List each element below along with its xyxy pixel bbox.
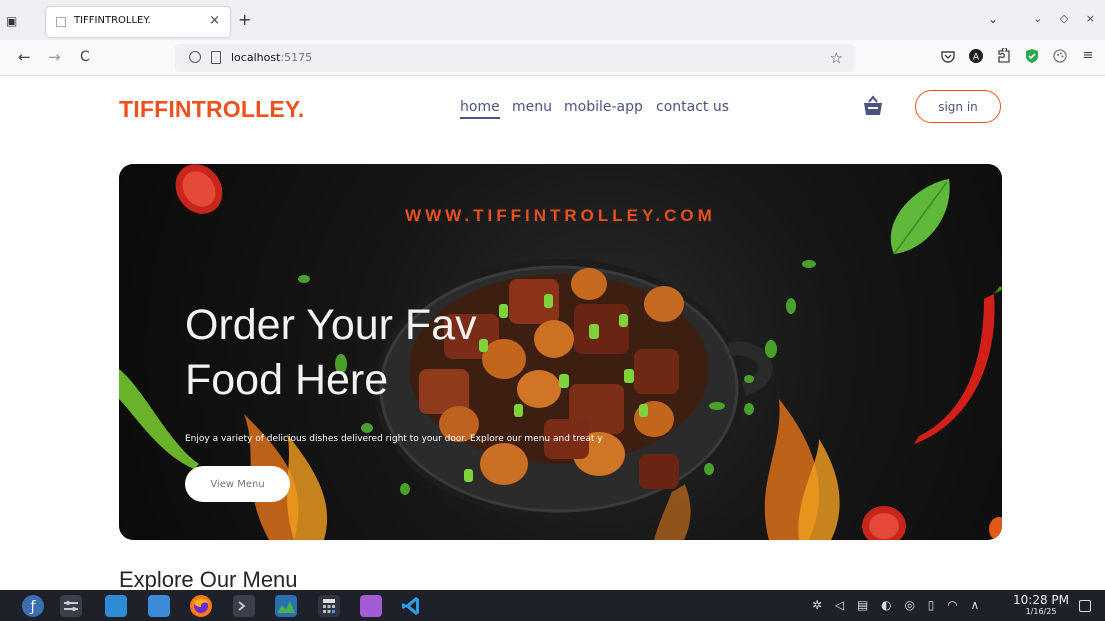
svg-text:ƒ: ƒ bbox=[30, 599, 37, 615]
svg-text:A: A bbox=[973, 53, 980, 63]
favicon-icon bbox=[56, 17, 66, 27]
tray-shield-icon[interactable]: ◎ bbox=[904, 598, 914, 612]
tab-close-icon[interactable]: × bbox=[209, 13, 220, 28]
window-controls: ⌄ ◇ × bbox=[1019, 12, 1095, 25]
forward-icon[interactable]: → bbox=[48, 49, 61, 65]
bookmark-star-icon[interactable]: ☆ bbox=[830, 49, 843, 67]
tab-list-icon[interactable]: ▣ bbox=[6, 14, 20, 28]
vscode-icon[interactable] bbox=[400, 595, 422, 617]
hero-title-line-2: Food Here bbox=[185, 356, 389, 404]
tray-device-icon[interactable]: ▯ bbox=[928, 598, 935, 612]
file-manager-icon[interactable] bbox=[148, 595, 170, 617]
calculator-icon[interactable] bbox=[318, 595, 340, 617]
software-store-icon[interactable] bbox=[105, 595, 127, 617]
reload-icon[interactable]: C bbox=[80, 49, 90, 65]
menu-item-menu[interactable]: menu bbox=[512, 99, 552, 115]
url-bar[interactable]: localhost:5175 ☆ bbox=[175, 44, 855, 72]
hero-description: Enjoy a variety of delicious dishes deli… bbox=[185, 434, 603, 444]
shield-extension-icon[interactable] bbox=[1024, 48, 1040, 64]
show-desktop-icon[interactable] bbox=[1079, 600, 1091, 612]
tab-overflow-icon[interactable]: ⌄ bbox=[988, 12, 998, 26]
system-monitor-icon[interactable] bbox=[275, 595, 297, 617]
system-tray: ✲ ◁ ▤ ◐ ◎ ▯ ◠ ∧ bbox=[812, 598, 988, 612]
browser-tab-bar: ▣ TIFFINTROLLEY. × + ⌄ ⌄ ◇ × bbox=[0, 0, 1105, 40]
maximize-icon[interactable]: ◇ bbox=[1060, 12, 1068, 25]
tracking-shield-icon[interactable] bbox=[189, 51, 201, 63]
settings-icon[interactable] bbox=[60, 595, 82, 617]
taskbar-clock[interactable]: 10:28 PM 1/16/25 bbox=[1010, 594, 1072, 617]
site-logo[interactable]: TIFFINTROLLEY. bbox=[119, 96, 305, 123]
sign-in-button[interactable]: sign in bbox=[915, 90, 1001, 123]
menu-item-home[interactable]: home bbox=[460, 99, 500, 119]
color-extension-icon[interactable] bbox=[1052, 48, 1068, 64]
tray-clipboard-icon[interactable]: ▤ bbox=[857, 598, 868, 612]
tray-wifi-icon[interactable]: ◠ bbox=[947, 598, 957, 612]
browser-nav-bar: ← → C localhost:5175 ☆ A ≡ bbox=[0, 40, 1105, 76]
image-viewer-icon[interactable] bbox=[360, 595, 382, 617]
firefox-icon[interactable] bbox=[190, 595, 212, 617]
extensions-icon[interactable] bbox=[996, 47, 1012, 64]
explore-menu-heading: Explore Our Menu bbox=[119, 567, 298, 590]
tab-title: TIFFINTROLLEY. bbox=[74, 15, 151, 26]
hero-banner: WWW.TIFFINTROLLEY.COM Order Your Fav Foo… bbox=[119, 164, 1002, 540]
menu-item-contact-us[interactable]: contact us bbox=[656, 99, 729, 115]
back-icon[interactable]: ← bbox=[18, 49, 31, 65]
clock-time: 10:28 PM bbox=[1013, 593, 1069, 607]
pocket-icon[interactable] bbox=[940, 48, 956, 64]
app-menu-icon[interactable]: ≡ bbox=[1080, 48, 1096, 64]
os-taskbar: ƒ ✲ ◁ ▤ ◐ ◎ ▯ ◠ ∧ 10:28 PM 1/16/25 bbox=[0, 590, 1105, 621]
minimize-icon[interactable]: ⌄ bbox=[1033, 12, 1042, 25]
tray-updates-icon[interactable]: ✲ bbox=[812, 598, 822, 612]
account-icon[interactable]: A bbox=[968, 48, 984, 64]
web-page: TIFFINTROLLEY. home menu mobile-app cont… bbox=[0, 76, 1105, 590]
url-text[interactable]: localhost:5175 bbox=[231, 51, 312, 64]
tray-send-icon[interactable]: ◁ bbox=[835, 598, 844, 612]
menu-item-mobile-app[interactable]: mobile-app bbox=[564, 99, 643, 115]
tray-volume-icon[interactable]: ◐ bbox=[881, 598, 891, 612]
page-info-icon[interactable] bbox=[211, 51, 221, 64]
url-host: localhost bbox=[231, 51, 281, 64]
close-window-icon[interactable]: × bbox=[1086, 12, 1095, 25]
view-menu-button[interactable]: View Menu bbox=[185, 466, 290, 502]
terminal-icon[interactable] bbox=[233, 595, 255, 617]
fedora-launcher-icon[interactable]: ƒ bbox=[22, 595, 44, 617]
url-port: :5175 bbox=[280, 51, 313, 64]
new-tab-button[interactable]: + bbox=[238, 10, 251, 29]
hero-site-url: WWW.TIFFINTROLLEY.COM bbox=[405, 206, 716, 225]
browser-tab[interactable]: TIFFINTROLLEY. × bbox=[46, 7, 230, 37]
clock-date: 1/16/25 bbox=[1025, 607, 1057, 616]
basket-icon[interactable] bbox=[862, 95, 884, 117]
tray-expand-icon[interactable]: ∧ bbox=[971, 598, 980, 612]
hero-title: Order Your Fav Food Here bbox=[185, 298, 605, 408]
hero-title-line-1: Order Your Fav bbox=[185, 301, 477, 349]
